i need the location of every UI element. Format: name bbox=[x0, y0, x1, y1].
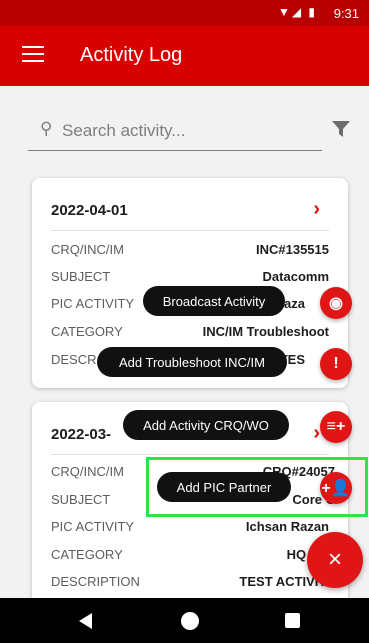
alert-icon[interactable]: ! bbox=[320, 348, 352, 380]
home-icon[interactable] bbox=[181, 612, 199, 630]
add-activity-crq-label[interactable]: Add Activity CRQ/WO bbox=[123, 410, 289, 440]
page-title: Activity Log bbox=[80, 44, 183, 66]
broadcast-activity-label[interactable]: Broadcast Activity bbox=[143, 286, 285, 316]
app-bar: Activity Log bbox=[0, 26, 369, 86]
speed-dial-overlay[interactable] bbox=[0, 86, 369, 598]
status-bar: ▼◢ ▮ 9:31 bbox=[0, 0, 369, 26]
system-navbar bbox=[0, 598, 369, 643]
add-troubleshoot-label[interactable]: Add Troubleshoot INC/IM bbox=[97, 347, 287, 377]
recent-apps-icon[interactable] bbox=[285, 613, 300, 628]
hamburger-menu-icon[interactable] bbox=[22, 46, 44, 64]
playlist-add-icon[interactable]: ≡+ bbox=[320, 411, 352, 443]
broadcast-icon[interactable]: ◉ bbox=[320, 287, 352, 319]
back-icon[interactable] bbox=[79, 613, 92, 629]
highlight-box bbox=[146, 457, 368, 517]
signal-icons: ▼◢ ▮ bbox=[277, 5, 317, 19]
status-time: 9:31 bbox=[333, 6, 359, 21]
close-fab-button[interactable]: × bbox=[307, 532, 363, 588]
